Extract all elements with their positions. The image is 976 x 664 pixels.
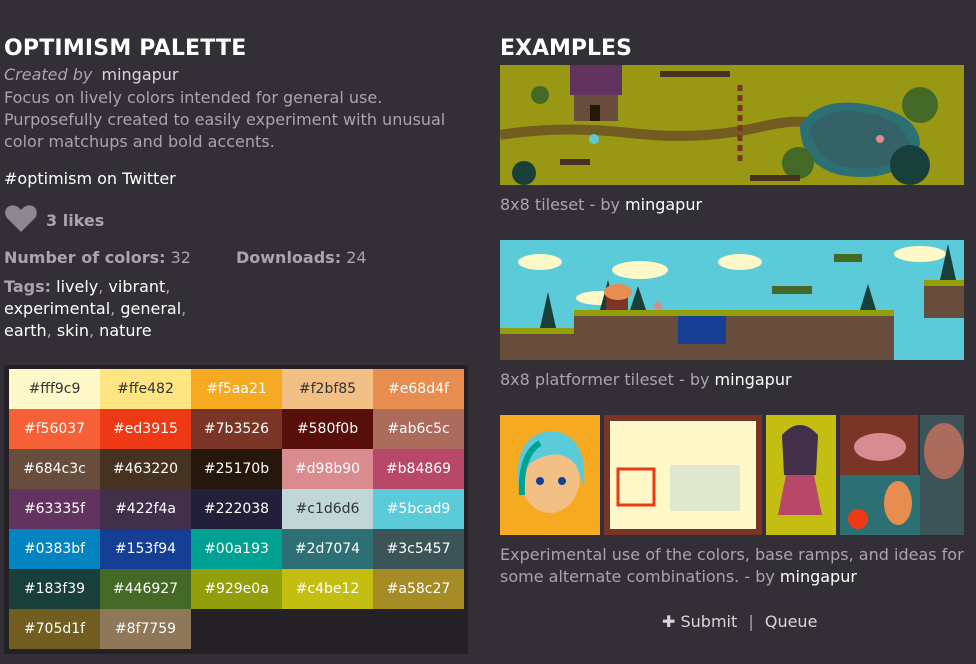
color-swatch[interactable]: #ed3915 — [100, 409, 191, 449]
submit-queue-row: ✚ Submit | Queue — [662, 612, 817, 631]
separator: | — [748, 612, 754, 631]
tag-earth[interactable]: earth — [4, 321, 47, 340]
caption-author-1[interactable]: mingapur — [625, 195, 702, 214]
color-swatch[interactable]: #c1d6d6 — [282, 489, 373, 529]
submit-button[interactable]: ✚ Submit — [662, 612, 742, 631]
swatch-panel: #fff9c9 #ffe482 #f5aa21 #f2bf85 #e68d4f #f560… — [4, 365, 468, 654]
tileset-village-image[interactable] — [500, 65, 964, 185]
tag-experimental[interactable]: experimental — [4, 299, 110, 318]
color-swatch[interactable]: #8f7759 — [100, 609, 191, 649]
likes-count: 3 likes — [46, 210, 105, 230]
downloads-stat: Downloads: 24 — [236, 247, 367, 269]
num-colors-stat: Number of colors: 32 — [4, 247, 236, 269]
color-swatch[interactable]: #ffe482 — [100, 369, 191, 409]
color-swatch[interactable]: #e68d4f — [373, 369, 464, 409]
caption-author-3[interactable]: mingapur — [780, 567, 857, 586]
likes-row: 3 likes — [4, 204, 474, 236]
color-swatch[interactable]: #0383bf — [9, 529, 100, 569]
caption-text-3: Experimental use of the colors, base ram… — [500, 545, 964, 586]
palette-stats: Number of colors: 32 Downloads: 24 — [4, 247, 474, 269]
tag-vibrant[interactable]: vibrant — [108, 277, 165, 296]
color-swatch[interactable]: #446927 — [100, 569, 191, 609]
color-swatch[interactable]: #f2bf85 — [282, 369, 373, 409]
color-swatch[interactable]: #153f94 — [100, 529, 191, 569]
color-swatch[interactable]: #183f39 — [9, 569, 100, 609]
color-swatch[interactable]: #929e0a — [191, 569, 282, 609]
example-caption-2: 8x8 platformer tileset - by mingapur — [500, 369, 792, 391]
color-swatch[interactable]: #f5aa21 — [191, 369, 282, 409]
color-swatch[interactable]: #2d7074 — [282, 529, 373, 569]
color-swatch[interactable]: #a58c27 — [373, 569, 464, 609]
color-swatch[interactable]: #422f4a — [100, 489, 191, 529]
caption-text-2: 8x8 platformer tileset - by — [500, 370, 715, 389]
color-swatch[interactable]: #fff9c9 — [9, 369, 100, 409]
color-swatch[interactable]: #684c3c — [9, 449, 100, 489]
color-swatch[interactable]: #b84869 — [373, 449, 464, 489]
palette-description: Focus on lively colors intended for gene… — [4, 88, 446, 151]
author-link[interactable]: mingapur — [101, 65, 178, 84]
color-swatch[interactable]: #7b3526 — [191, 409, 282, 449]
examples-title: EXAMPLES — [500, 36, 632, 61]
color-swatch[interactable]: #463220 — [100, 449, 191, 489]
twitter-link[interactable]: #optimism on Twitter — [4, 168, 474, 190]
color-swatch[interactable]: #f56037 — [9, 409, 100, 449]
created-by: Created by mingapur — [4, 65, 474, 85]
color-swatch[interactable]: #705d1f — [9, 609, 100, 649]
color-swatch[interactable]: #580f0b — [282, 409, 373, 449]
num-colors-value: 32 — [170, 248, 191, 267]
platformer-scene-image[interactable] — [500, 240, 964, 360]
downloads-value: 24 — [346, 248, 367, 267]
color-swatch[interactable]: #d98b90 — [282, 449, 373, 489]
example-caption-1: 8x8 tileset - by mingapur — [500, 194, 702, 216]
tag-general[interactable]: general — [120, 299, 181, 318]
caption-text-1: 8x8 tileset - by — [500, 195, 626, 214]
tags-list: Tags: lively, vibrant, experimental, gen… — [4, 277, 187, 340]
plus-icon: ✚ — [662, 612, 676, 631]
character-collage-image[interactable] — [500, 415, 964, 535]
submit-label: Submit — [680, 612, 738, 631]
color-swatch[interactable]: #222038 — [191, 489, 282, 529]
caption-author-2[interactable]: mingapur — [715, 370, 792, 389]
num-colors-label: Number of colors: — [4, 248, 166, 267]
created-by-label: Created by — [4, 65, 93, 84]
page-title: OPTIMISM PALETTE — [4, 36, 247, 61]
color-swatch[interactable]: #5bcad9 — [373, 489, 464, 529]
palette-info: OPTIMISM PALETTE Created by mingapur Foc… — [4, 34, 474, 342]
examples-section: EXAMPLES 8x8 tileset - by mingapur 8x8 p… — [500, 34, 976, 631]
queue-link[interactable]: Queue — [765, 612, 818, 631]
color-swatch[interactable]: #c4be12 — [282, 569, 373, 609]
example-caption-3: Experimental use of the colors, base ram… — [500, 544, 970, 588]
tag-nature[interactable]: nature — [99, 321, 151, 340]
color-swatch[interactable]: #00a193 — [191, 529, 282, 569]
tag-lively[interactable]: lively — [56, 277, 98, 296]
heart-icon[interactable] — [4, 203, 38, 237]
color-swatch[interactable]: #25170b — [191, 449, 282, 489]
tag-skin[interactable]: skin — [57, 321, 89, 340]
tags-label: Tags: — [4, 277, 52, 296]
color-swatch[interactable]: #3c5457 — [373, 529, 464, 569]
color-swatch[interactable]: #ab6c5c — [373, 409, 464, 449]
color-swatch[interactable]: #63335f — [9, 489, 100, 529]
swatch-grid: #fff9c9 #ffe482 #f5aa21 #f2bf85 #e68d4f #f560… — [9, 369, 464, 649]
downloads-label: Downloads: — [236, 248, 342, 267]
